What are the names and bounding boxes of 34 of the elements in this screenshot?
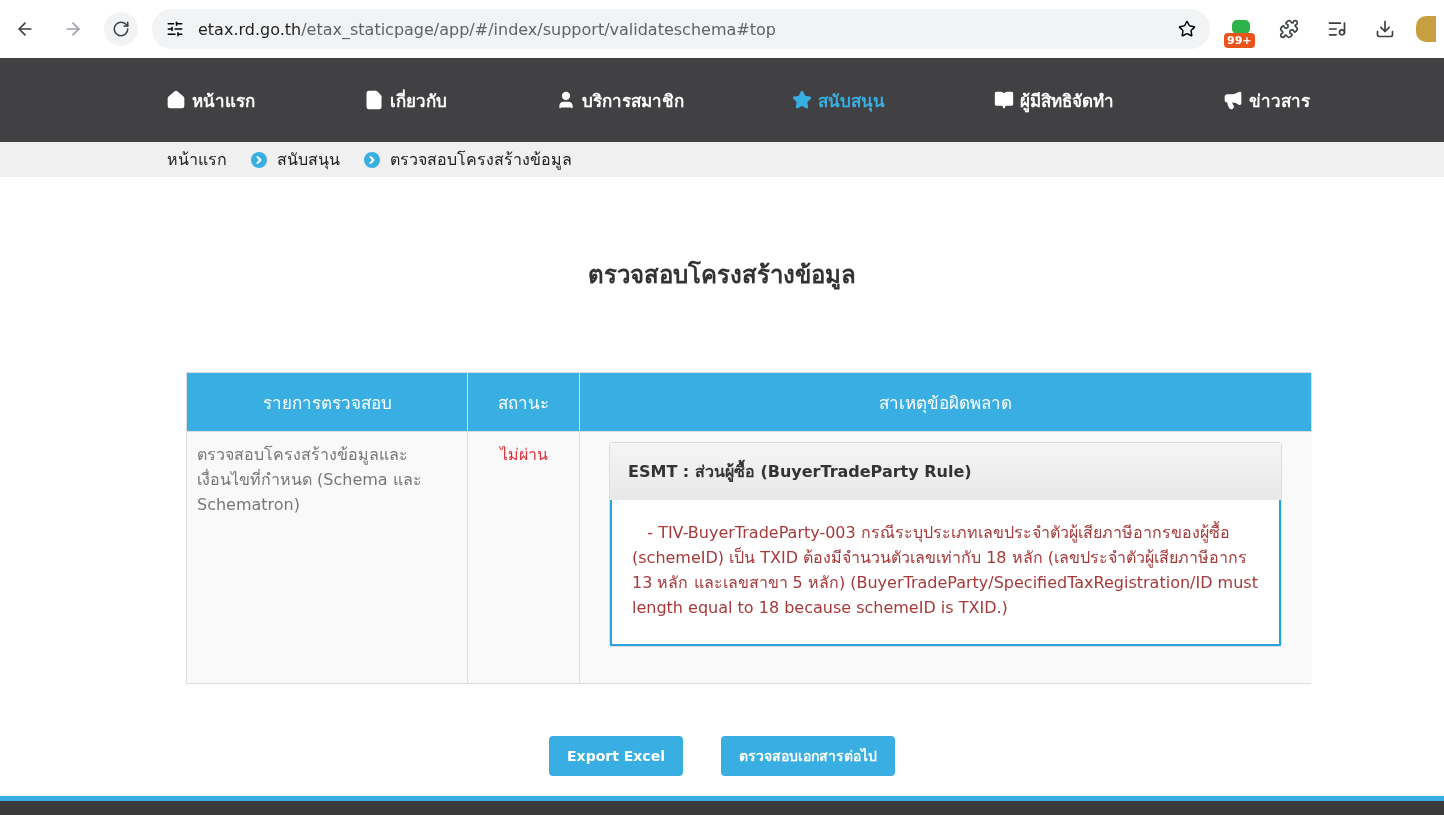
breadcrumb-link[interactable]: ตรวจสอบโครงสร้างข้อมูล (390, 147, 572, 172)
address-bar[interactable]: etax.rd.go.th/etax_staticpage/app/#/index/support/validateschema#top (152, 9, 1210, 49)
extension-button[interactable]: 99+ (1224, 12, 1258, 46)
nav-tab[interactable]: หน้าแรก (166, 86, 255, 114)
page-title: ตรวจสอบโครงสร้างข้อมูล (587, 259, 857, 292)
panel-heading: ESMT : ส่วนผู้ซื้อ (BuyerTradeParty Rule) (610, 443, 1281, 500)
megaphone-icon (1223, 90, 1243, 110)
nav-tab[interactable]: ข่าวสาร (1223, 86, 1310, 114)
error-message: - TIV-BuyerTradeParty-003 กรณีระบุประเภทเลขประจำตัวผู้เสียภาษีอากรของผู้ซื้อ (schemeID) เป็น TXID ต้องมีจำนวนตัวเลขเท่ากับ 18 หลัก (เลขประจำตัวผู้เสียภาษีอากร 13 หลัก และเลขสาขา 5 หลัก) (BuyerTradeParty/SpecifiedTaxRegistration/ID must length equal to 18 because schemeID is TXID.) (610, 500, 1281, 646)
book-icon (994, 90, 1015, 110)
download-icon (1375, 19, 1395, 39)
chevron-icon (251, 151, 267, 168)
reload-icon (112, 20, 130, 38)
notification-badge: 99+ (1224, 33, 1255, 48)
status-cell: ไม่ผ่าน (468, 431, 580, 683)
nav-tab[interactable]: บริการสมาชิก (555, 86, 684, 114)
column-header: สถานะ (468, 373, 580, 431)
music-list-icon (1327, 19, 1347, 39)
puzzle-icon (1279, 19, 1299, 39)
nav-tab[interactable]: สนับสนุน (792, 86, 886, 114)
breadcrumb-link[interactable]: สนับสนุน (277, 147, 340, 172)
column-header: รายการตรวจสอบ (187, 373, 468, 431)
url-text: etax.rd.go.th/etax_staticpage/app/#/index/support/validateschema#top (198, 19, 777, 39)
home-icon (166, 90, 186, 110)
nav-tab[interactable]: เกี่ยวกับ (363, 86, 447, 114)
nav-tab[interactable]: ผู้มีสิทธิจัดทำ (994, 86, 1115, 114)
column-header: สาเหตุข้อผิดพลาด (580, 373, 1312, 431)
reload-button[interactable] (104, 12, 138, 46)
table-cell: ตรวจสอบโครงสร้างข้อมูลและเงื่อนไขที่กำหนด (Schema และ Schematron) (187, 431, 468, 683)
star-icon (792, 90, 813, 110)
breadcrumb-link[interactable]: หน้าแรก (167, 147, 227, 172)
chevron-icon (364, 151, 380, 168)
site-settings-icon[interactable] (166, 20, 184, 38)
bookmark-star-icon[interactable] (1178, 20, 1196, 38)
